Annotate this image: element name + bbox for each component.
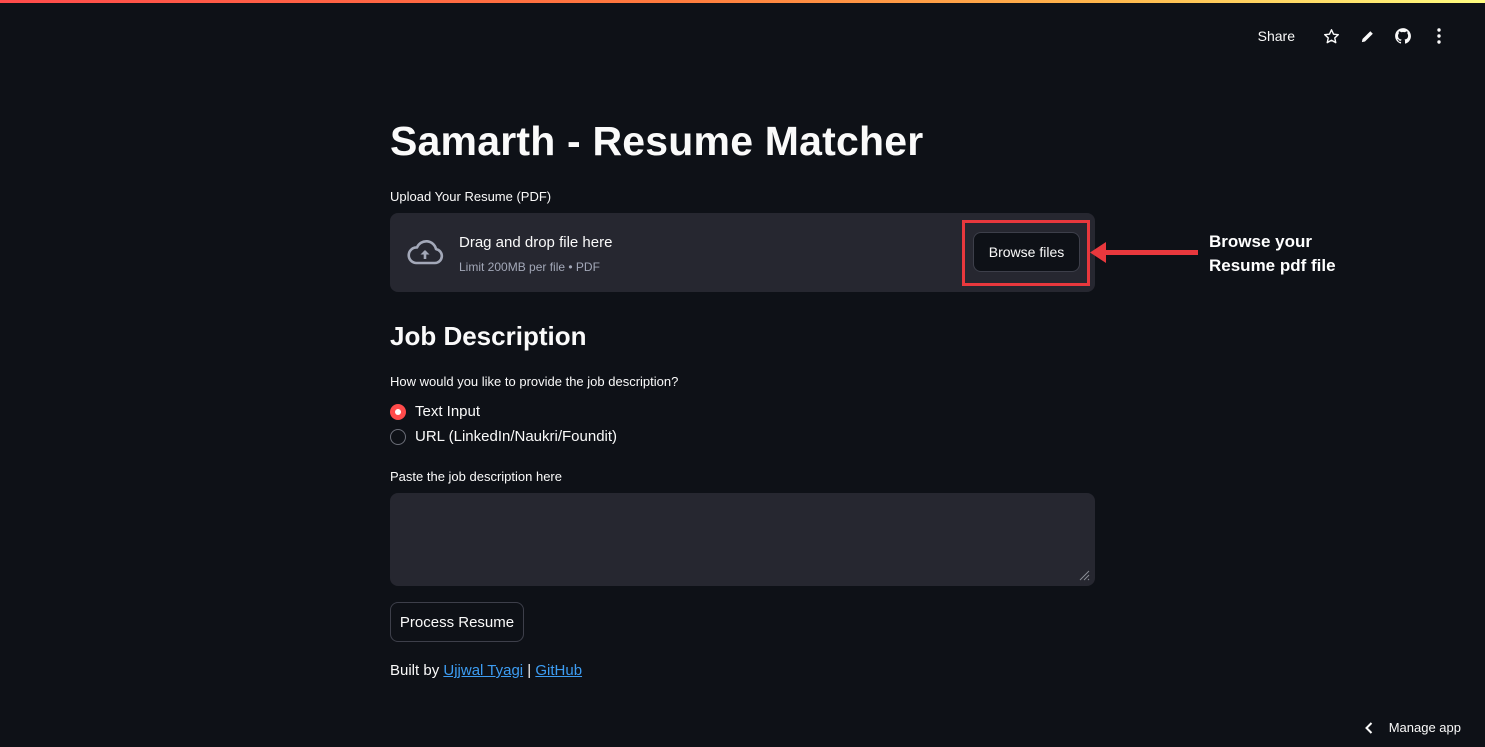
footer-credit: Built by Ujjwal Tyagi | GitHub (390, 662, 582, 679)
more-vertical-icon[interactable] (1430, 27, 1448, 45)
file-uploader-dropzone[interactable]: Drag and drop file here Limit 200MB per … (390, 213, 1095, 292)
job-description-textarea[interactable] (390, 493, 1095, 586)
radio-option-label: Text Input (415, 403, 481, 420)
star-icon[interactable] (1322, 27, 1340, 45)
top-decoration-bar (0, 0, 1485, 3)
annotation-text: Browse your Resume pdf file (1209, 230, 1379, 278)
github-icon[interactable] (1394, 27, 1412, 45)
pencil-icon[interactable] (1358, 27, 1376, 45)
annotation-line-2: Resume pdf file (1209, 256, 1336, 275)
radio-option-label: URL (LinkedIn/Naukri/Foundit) (415, 428, 618, 445)
process-resume-button[interactable]: Process Resume (390, 602, 524, 642)
page-title: Samarth - Resume Matcher (390, 118, 924, 164)
annotation-arrow-icon (1090, 242, 1198, 263)
github-link[interactable]: GitHub (535, 662, 582, 679)
footer-separator: | (523, 662, 536, 679)
annotation-line-1: Browse your (1209, 232, 1312, 251)
radio-selected-indicator[interactable] (390, 403, 406, 420)
share-button[interactable]: Share (1258, 28, 1295, 44)
app-toolbar: Share (1258, 24, 1457, 48)
drag-drop-text: Drag and drop file here (459, 234, 613, 251)
footer-prefix: Built by (390, 662, 444, 679)
radio-unselected-indicator[interactable] (390, 428, 406, 445)
radio-group-label: How would you like to provide the job de… (390, 374, 679, 389)
job-description-heading: Job Description (390, 321, 587, 351)
resize-grip-icon[interactable] (1078, 569, 1090, 581)
author-link[interactable]: Ujjwal Tyagi (443, 662, 523, 679)
cloud-upload-icon (407, 240, 444, 265)
browse-files-button[interactable]: Browse files (973, 232, 1080, 272)
chevron-left-icon (1364, 721, 1372, 734)
manage-app-button[interactable]: Manage app (1363, 720, 1461, 735)
uploader-label: Upload Your Resume (PDF) (390, 189, 552, 204)
radio-option-url[interactable]: URL (LinkedIn/Naukri/Foundit) (390, 428, 617, 445)
textarea-label: Paste the job description here (390, 469, 562, 484)
manage-app-label: Manage app (1388, 720, 1461, 735)
file-limit-text: Limit 200MB per file • PDF (459, 260, 600, 274)
radio-option-text-input[interactable]: Text Input (390, 403, 480, 420)
